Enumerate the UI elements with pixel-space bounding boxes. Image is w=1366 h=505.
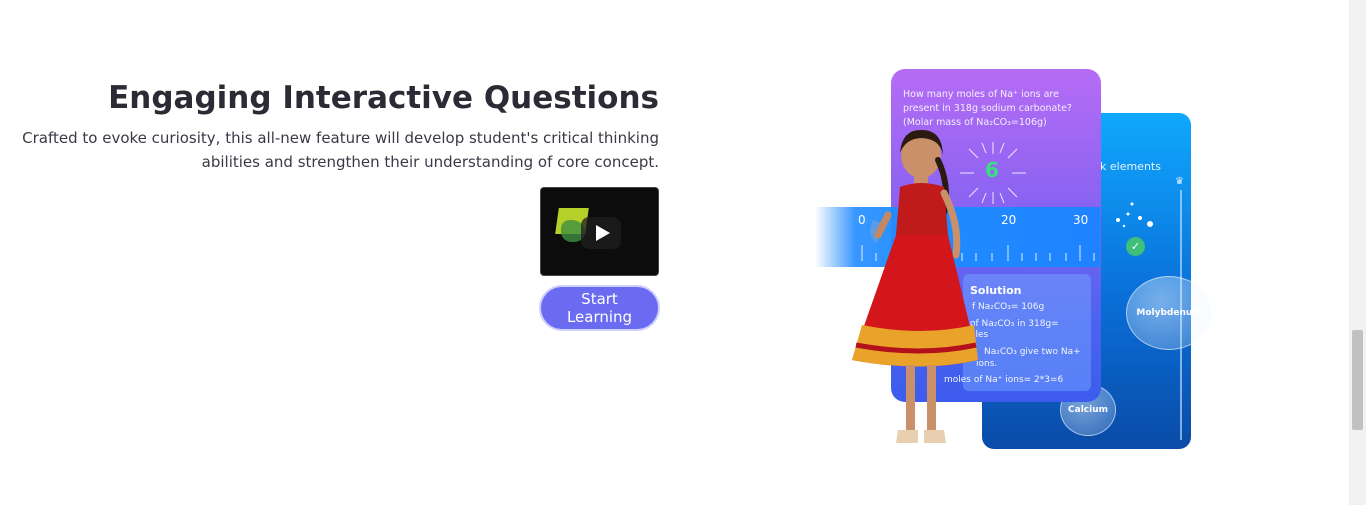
feature-illustration: k elements ♛ ✓ Molybdenum Calcium How ma… (0, 0, 1366, 505)
question-text: How many moles of Na⁺ ions are present i… (903, 89, 1072, 128)
scrollbar-thumb[interactable] (1352, 330, 1363, 430)
element-bubble-molybdenum: Molybdenum (1126, 276, 1212, 350)
elements-card-label: k elements (1100, 160, 1161, 173)
sparkle-dots (1116, 202, 1153, 228)
solution-line: Na₂CO₃ give two Na+ (984, 347, 1081, 357)
check-icon: ✓ (1126, 237, 1145, 256)
ruler-tick-label: 30 (1073, 213, 1089, 227)
student-girl-image (852, 129, 978, 443)
ruler-tick-label: 20 (1001, 213, 1017, 227)
play-icon[interactable] (581, 217, 621, 249)
description-line-2: abilities and strengthen their understan… (201, 153, 659, 171)
start-learning-button[interactable]: Start Learning (539, 285, 660, 331)
section-title: Engaging Interactive Questions (108, 80, 659, 116)
section-text: Engaging Interactive Questions Crafted t… (19, 78, 659, 174)
section-description: Crafted to evoke curiosity, this all-new… (19, 126, 659, 174)
trophy-icon: ♛ (1175, 176, 1184, 187)
description-line-1: Crafted to evoke curiosity, this all-new… (22, 129, 659, 147)
page-scrollbar[interactable] (1349, 0, 1366, 505)
video-thumbnail[interactable] (540, 187, 659, 276)
